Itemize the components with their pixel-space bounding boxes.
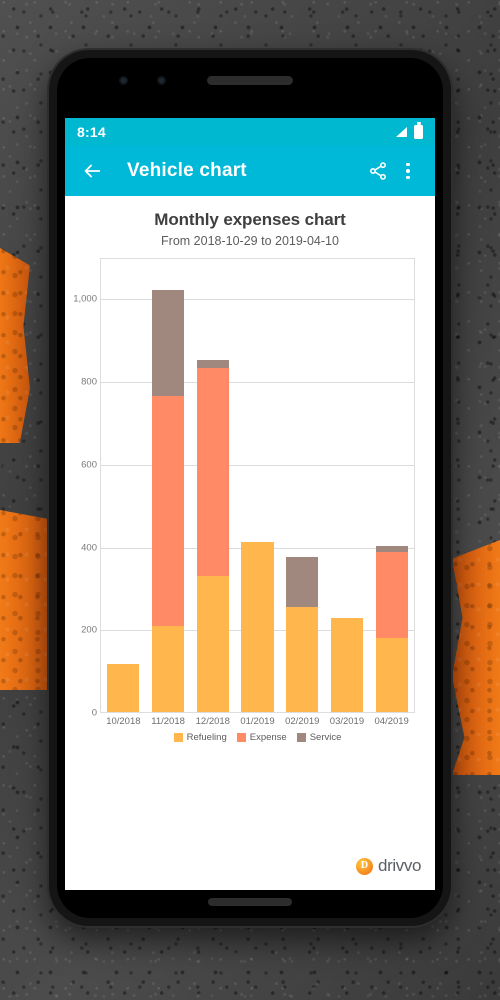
bar-segment-service[interactable]: [286, 557, 319, 607]
phone-bezel: 8:14 Vehicle chart Monthly expenses char…: [57, 58, 443, 918]
legend-swatch: [173, 733, 183, 742]
bar-segment-expense[interactable]: [196, 367, 229, 576]
stacked-bar[interactable]: [330, 617, 364, 712]
legend-item-refueling[interactable]: Refueling: [173, 732, 227, 743]
front-sensor-icon: [157, 76, 166, 85]
more-options-icon[interactable]: [395, 158, 421, 184]
x-axis-tick-label: 01/2019: [240, 716, 275, 727]
x-axis: 10/2018 11/2018 12/2018 01/2019 02/2019 03/20…: [101, 716, 414, 727]
bar-segment-refueling[interactable]: [196, 575, 229, 712]
bar-segment-expense[interactable]: [375, 551, 408, 639]
x-axis-tick-label: 11/2018: [151, 716, 185, 727]
bottom-speaker: [208, 898, 292, 906]
bar-segment-service[interactable]: [196, 360, 229, 368]
bar-segment-refueling[interactable]: [241, 542, 274, 712]
bar-segment-expense[interactable]: [151, 395, 185, 627]
bar-slot[interactable]: [235, 259, 280, 712]
bar-segment-refueling[interactable]: [107, 663, 140, 712]
x-axis-tick-label: 12/2018: [195, 716, 230, 727]
x-axis-tick-label: 10/2018: [106, 716, 141, 727]
chart-title: Monthly expenses chart: [154, 210, 346, 229]
y-axis-tick-label: 600: [81, 459, 97, 471]
app-bar: Vehicle chart: [65, 146, 435, 196]
legend-label: Expense: [249, 732, 287, 743]
stacked-bar[interactable]: [375, 545, 408, 712]
bar-slot[interactable]: [280, 259, 325, 712]
status-bar: 8:14: [65, 118, 435, 146]
bar-slot[interactable]: [146, 259, 191, 712]
bar-slot[interactable]: [325, 259, 370, 712]
bar-slot[interactable]: [190, 259, 235, 712]
drivvo-mark-letter: D: [360, 860, 369, 871]
bar-group: [101, 259, 414, 712]
front-camera-icon: [119, 76, 128, 85]
phone-screen: 8:14 Vehicle chart Monthly expenses char…: [65, 118, 435, 890]
x-axis-tick-label: 04/2019: [374, 716, 409, 727]
legend-swatch: [296, 733, 306, 742]
stacked-bar[interactable]: [151, 290, 185, 712]
status-time: 8:14: [77, 124, 106, 140]
stacked-bar[interactable]: [196, 360, 229, 712]
y-axis-tick-label: 400: [81, 542, 97, 554]
drivvo-mark-icon: D: [356, 857, 374, 875]
bar-segment-service[interactable]: [151, 290, 185, 396]
legend-label: Refueling: [186, 732, 227, 743]
chart-plot: 0 200 400 600 800 1,000 10/2018 11/2018 12/2018…: [65, 258, 435, 778]
x-axis-tick-label: 03/2019: [329, 716, 365, 727]
legend-label: Service: [309, 732, 342, 743]
y-axis-tick-label: 800: [81, 376, 97, 388]
earpiece-speaker: [207, 76, 293, 85]
back-arrow-icon[interactable]: [79, 158, 105, 184]
share-icon[interactable]: [365, 158, 391, 184]
y-axis-tick-label: 200: [81, 624, 97, 636]
drivvo-logo: D drivvo: [356, 856, 421, 876]
chart-legend: Refueling Expense Service: [101, 732, 414, 743]
legend-item-service[interactable]: Service: [296, 732, 342, 743]
bar-slot[interactable]: [101, 259, 146, 712]
bar-segment-refueling[interactable]: [330, 617, 364, 712]
status-icons: [393, 122, 423, 139]
chart-content: Monthly expenses chart From 2018-10-29 t…: [65, 196, 435, 890]
stacked-bar[interactable]: [107, 663, 140, 712]
stacked-bar[interactable]: [286, 557, 319, 712]
y-axis-tick-label: 0: [91, 707, 97, 719]
drivvo-wordmark: drivvo: [378, 856, 421, 875]
legend-item-expense[interactable]: Expense: [236, 732, 287, 743]
legend-swatch: [236, 733, 246, 742]
screenshot-scene: 8:14 Vehicle chart Monthly expenses char…: [0, 0, 500, 1000]
bar-segment-refueling[interactable]: [151, 626, 185, 712]
signal-bars-icon: [396, 127, 407, 137]
bar-segment-refueling[interactable]: [286, 606, 319, 712]
battery-full-icon: [414, 122, 423, 139]
x-axis-tick-label: 02/2019: [285, 716, 320, 727]
phone-device: 8:14 Vehicle chart Monthly expenses char…: [49, 50, 451, 926]
bar-segment-refueling[interactable]: [375, 638, 408, 712]
stacked-bar[interactable]: [241, 542, 274, 712]
page-title: Vehicle chart: [127, 160, 247, 181]
bar-slot[interactable]: [369, 259, 414, 712]
chart-subtitle: From 2018-10-29 to 2019-04-10: [161, 234, 339, 248]
y-axis-tick-label: 1,000: [73, 293, 97, 305]
